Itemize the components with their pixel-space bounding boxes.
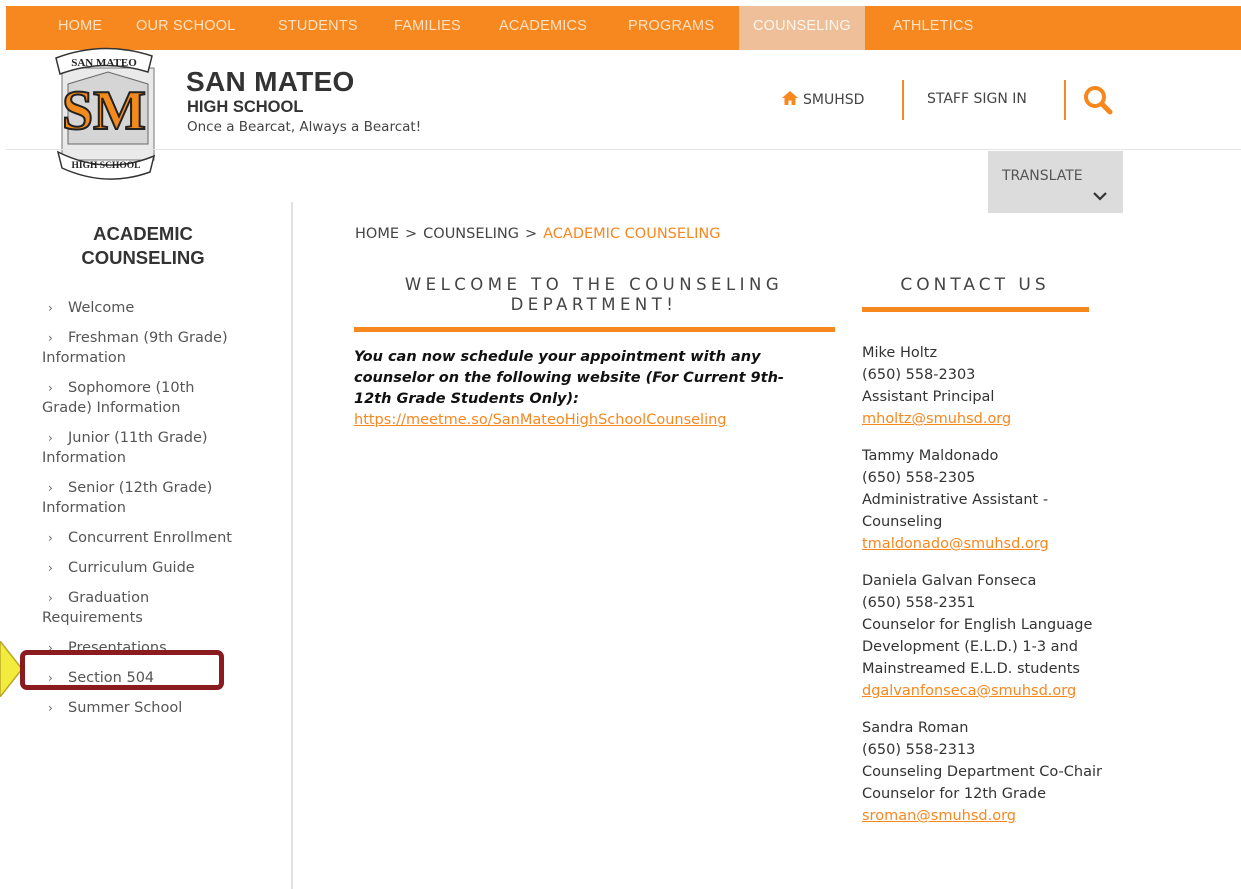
sidebar-item-summer-school[interactable]: › Summer School bbox=[42, 698, 242, 718]
school-subtitle: HIGH SCHOOL bbox=[187, 98, 304, 116]
sidebar-divider bbox=[291, 202, 293, 889]
search-icon[interactable] bbox=[1082, 84, 1114, 116]
breadcrumb-current: ACADEMIC COUNSELING bbox=[543, 226, 721, 242]
chevron-right-icon: › bbox=[48, 561, 53, 575]
contact-role: Counseling Department Co-Chair bbox=[862, 764, 1102, 780]
nav-item-athletics[interactable]: ATHLETICS bbox=[893, 6, 974, 50]
welcome-heading: WELCOME TO THE COUNSELING DEPARTMENT! bbox=[404, 275, 784, 314]
nav-item-counseling[interactable]: COUNSELING bbox=[739, 6, 865, 50]
chevron-right-icon: › bbox=[48, 431, 53, 445]
smuhsd-link[interactable]: SMUHSD bbox=[782, 91, 864, 109]
contact-phone: (650) 558-2303 bbox=[862, 367, 976, 383]
contact-role: Counselor for English Language Developme… bbox=[862, 617, 1093, 677]
sidebar-item-junior[interactable]: › Junior (11th Grade) Information bbox=[42, 428, 242, 468]
nav-item-students[interactable]: STUDENTS bbox=[278, 6, 358, 50]
logo-monogram: SM bbox=[62, 80, 146, 142]
chevron-right-icon: › bbox=[48, 481, 53, 495]
contact-name: Tammy Maldonado bbox=[862, 448, 999, 464]
contact-name: Sandra Roman bbox=[862, 720, 969, 736]
contact-list: Mike Holtz (650) 558-2303 Assistant Prin… bbox=[862, 342, 1112, 842]
breadcrumb-counseling[interactable]: COUNSELING bbox=[423, 226, 519, 242]
smuhsd-label: SMUHSD bbox=[803, 92, 865, 108]
header-divider bbox=[1064, 80, 1066, 120]
contact-phone: (650) 558-2305 bbox=[862, 470, 976, 486]
translate-button[interactable]: TRANSLATE bbox=[988, 151, 1123, 213]
chevron-right-icon: › bbox=[48, 591, 53, 605]
nav-item-families[interactable]: FAMILIES bbox=[394, 6, 461, 50]
contact-role: Counselor for 12th Grade bbox=[862, 786, 1047, 802]
top-nav: HOME OUR SCHOOL STUDENTS FAMILIES ACADEM… bbox=[6, 6, 1241, 50]
nav-item-academics[interactable]: ACADEMICS bbox=[499, 6, 587, 50]
contact-email-link[interactable]: sroman@smuhsd.org bbox=[862, 808, 1016, 824]
header-rule bbox=[6, 149, 1241, 150]
contact-role: Assistant Principal bbox=[862, 389, 995, 405]
contact-role: Administrative Assistant - Counseling bbox=[862, 492, 1049, 530]
contact-card: Sandra Roman (650) 558-2313 Counseling D… bbox=[862, 717, 1112, 827]
school-logo[interactable]: SAN MATEO SM HIGH SCHOOL bbox=[48, 44, 163, 180]
breadcrumb-home[interactable]: HOME bbox=[355, 226, 399, 242]
chevron-right-icon: › bbox=[48, 331, 53, 345]
header-divider bbox=[902, 80, 904, 120]
highlight-box bbox=[20, 650, 224, 690]
contact-phone: (650) 558-2313 bbox=[862, 742, 976, 758]
school-motto: Once a Bearcat, Always a Bearcat! bbox=[187, 119, 422, 135]
breadcrumb-separator: > bbox=[405, 226, 418, 242]
chevron-right-icon: › bbox=[48, 701, 53, 715]
logo-top-text: SAN MATEO bbox=[71, 57, 137, 69]
logo-bottom-text: HIGH SCHOOL bbox=[72, 161, 141, 171]
contact-card: Tammy Maldonado (650) 558-2305 Administr… bbox=[862, 445, 1112, 555]
sidebar-item-freshman[interactable]: › Freshman (9th Grade) Information bbox=[42, 328, 242, 368]
contact-card: Mike Holtz (650) 558-2303 Assistant Prin… bbox=[862, 342, 1112, 430]
appointment-notice: You can now schedule your appointment wi… bbox=[354, 349, 784, 407]
home-icon bbox=[782, 91, 798, 109]
contact-email-link[interactable]: dgalvanfonseca@smuhsd.org bbox=[862, 683, 1076, 699]
contact-title: CONTACT US bbox=[900, 275, 1050, 295]
contact-name: Daniela Galvan Fonseca bbox=[862, 573, 1037, 589]
contact-name: Mike Holtz bbox=[862, 345, 938, 361]
sidebar-item-concurrent-enrollment[interactable]: › Concurrent Enrollment bbox=[42, 528, 242, 548]
chevron-right-icon: › bbox=[48, 531, 53, 545]
breadcrumb-separator: > bbox=[524, 226, 538, 242]
pointer-arrow-icon bbox=[0, 639, 23, 699]
contact-card: Daniela Galvan Fonseca (650) 558-2351 Co… bbox=[862, 570, 1112, 702]
translate-label: TRANSLATE bbox=[1002, 168, 1083, 184]
sidebar-title: ACADEMIC COUNSELING bbox=[81, 223, 205, 268]
sidebar-item-welcome[interactable]: › Welcome bbox=[42, 298, 242, 318]
welcome-rule bbox=[354, 327, 835, 332]
chevron-right-icon: › bbox=[48, 301, 53, 315]
contact-rule bbox=[862, 307, 1089, 312]
contact-phone: (650) 558-2351 bbox=[862, 595, 976, 611]
nav-item-programs[interactable]: PROGRAMS bbox=[628, 6, 714, 50]
meetme-link[interactable]: https://meetme.so/SanMateoHighSchoolCoun… bbox=[354, 412, 727, 428]
sidebar-item-senior[interactable]: › Senior (12th Grade) Information bbox=[42, 478, 242, 518]
contact-email-link[interactable]: tmaldonado@smuhsd.org bbox=[862, 536, 1049, 552]
sidebar-item-graduation-requirements[interactable]: › Graduation Requirements bbox=[42, 588, 242, 628]
sidebar-item-curriculum-guide[interactable]: › Curriculum Guide bbox=[42, 558, 242, 578]
school-name[interactable]: SAN MATEO bbox=[186, 66, 355, 98]
breadcrumb: HOME > COUNSELING > ACADEMIC COUNSELING bbox=[355, 226, 720, 242]
sidebar-item-sophomore[interactable]: › Sophomore (10th Grade) Information bbox=[42, 378, 242, 418]
chevron-right-icon: › bbox=[48, 381, 53, 395]
staff-sign-in-link[interactable]: STAFF SIGN IN bbox=[927, 91, 1027, 107]
chevron-down-icon bbox=[1092, 187, 1108, 201]
contact-email-link[interactable]: mholtz@smuhsd.org bbox=[862, 411, 1011, 427]
